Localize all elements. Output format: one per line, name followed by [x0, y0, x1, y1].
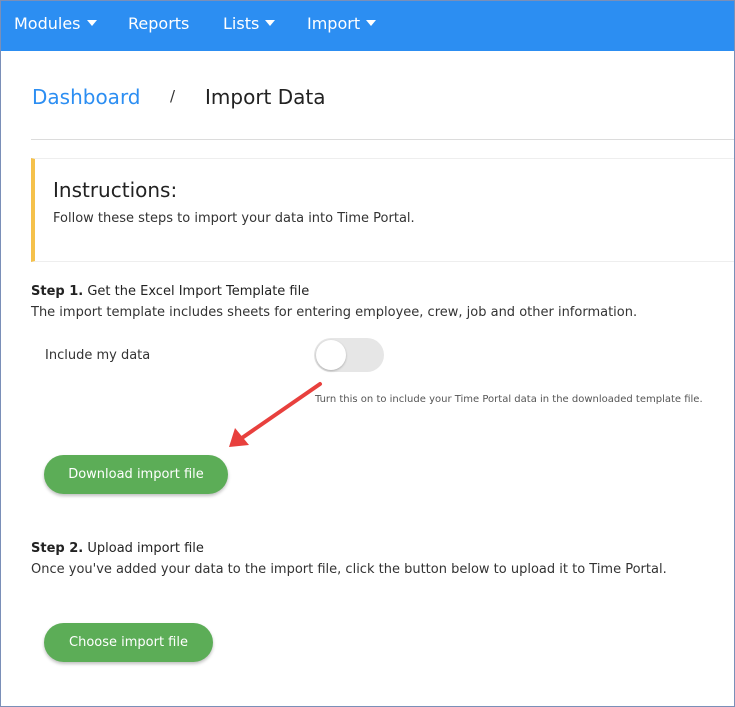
nav-import-label: Import — [307, 14, 361, 33]
red-arrow-icon — [229, 382, 322, 447]
step1-title: Get the Excel Import Template file — [87, 284, 310, 299]
toggle-knob — [316, 340, 346, 370]
step1-description: The import template includes sheets for … — [31, 305, 638, 320]
include-data-help-text: Turn this on to include your Time Portal… — [315, 394, 703, 405]
step2-label: Step 2. — [31, 541, 84, 556]
nav-lists-label: Lists — [223, 14, 260, 33]
nav-import-menu[interactable]: Import — [307, 1, 377, 47]
nav-reports-label: Reports — [128, 14, 190, 33]
chevron-down-icon — [86, 19, 97, 26]
breadcrumb-separator: / — [170, 87, 176, 105]
step2-heading: Step 2. Upload import file — [31, 541, 204, 556]
step1-heading: Step 1. Get the Excel Import Template fi… — [31, 284, 309, 299]
instructions-callout: Instructions: Follow these steps to impo… — [31, 158, 734, 262]
step1-label: Step 1. — [31, 284, 84, 299]
instructions-text: Follow these steps to import your data i… — [53, 211, 415, 226]
nav-modules-label: Modules — [14, 14, 81, 33]
include-data-label: Include my data — [45, 348, 151, 363]
nav-lists-menu[interactable]: Lists — [223, 1, 276, 47]
download-import-file-button[interactable]: Download import file — [44, 455, 228, 494]
chevron-down-icon — [265, 19, 276, 26]
include-data-toggle[interactable] — [314, 338, 384, 372]
nav-modules-menu[interactable]: Modules — [14, 1, 97, 47]
instructions-title: Instructions: — [53, 178, 178, 202]
step2-description: Once you've added your data to the impor… — [31, 562, 667, 577]
step2-title: Upload import file — [87, 541, 204, 556]
page-title: Import Data — [205, 85, 326, 109]
nav-reports-link[interactable]: Reports — [128, 1, 189, 47]
app-frame: Modules Reports Lists Import Dashboard /… — [0, 0, 735, 707]
chevron-down-icon — [366, 19, 377, 26]
header-divider — [31, 139, 734, 140]
choose-import-file-button[interactable]: Choose import file — [44, 623, 213, 662]
breadcrumb-dashboard-link[interactable]: Dashboard — [32, 85, 141, 109]
top-navbar: Modules Reports Lists Import — [1, 1, 734, 51]
